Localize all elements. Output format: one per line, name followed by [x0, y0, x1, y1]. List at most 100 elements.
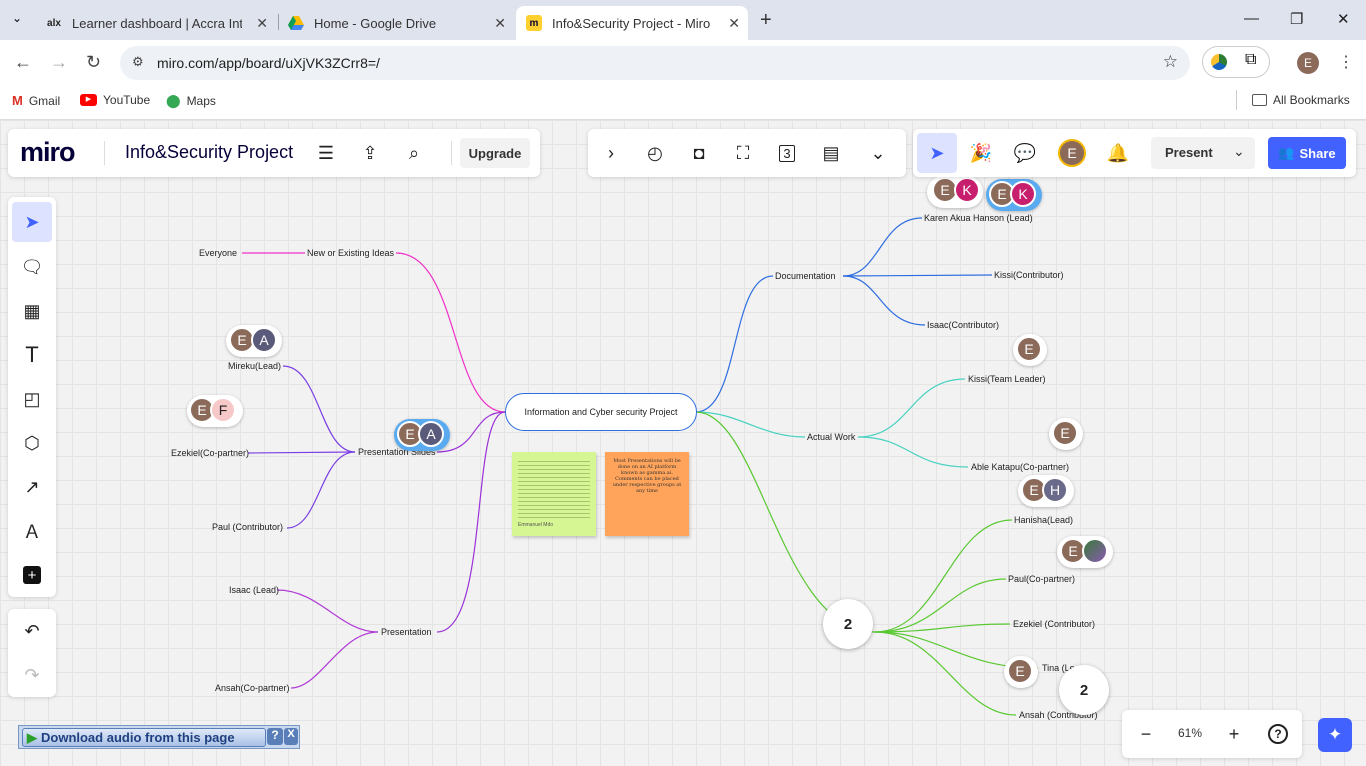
- node-actual-work[interactable]: Actual Work: [807, 432, 855, 442]
- node-isaac-lead[interactable]: Isaac (Lead): [229, 585, 279, 595]
- share-button[interactable]: 👥 Share: [1268, 137, 1346, 169]
- undo-redo-panel: ↶ ↷: [8, 609, 56, 697]
- sticky-note-orange[interactable]: Most Presentations will be done on an AI…: [605, 452, 689, 536]
- connector-actual: [695, 411, 806, 438]
- sticky-scribble-text: [518, 458, 590, 518]
- node-mireku[interactable]: Mireku(Lead): [228, 361, 281, 371]
- export-upload-icon[interactable]: ⇪: [355, 138, 385, 168]
- mindmap-connectors: [242, 217, 1039, 716]
- node-karen[interactable]: Karen Akua Hanson (Lead): [924, 213, 1033, 223]
- ai-assist-sparkle-icon[interactable]: ✦: [1318, 718, 1352, 752]
- user-avatar[interactable]: E: [1058, 139, 1086, 167]
- templates-icon[interactable]: ▦: [17, 296, 47, 326]
- menu-hamburger-icon[interactable]: ☰: [311, 138, 341, 168]
- header-divider: [104, 141, 105, 165]
- node-ezekiel-contrib[interactable]: Ezekiel (Contributor): [1013, 619, 1095, 629]
- connector-isaac: [276, 589, 379, 633]
- node-able[interactable]: Able Katapu(Co-partner): [971, 462, 1069, 472]
- countdown-icon[interactable]: 3: [772, 138, 802, 168]
- present-button-group: Present ⌄: [1151, 137, 1255, 169]
- undo-icon[interactable]: ↶: [17, 616, 47, 646]
- creation-toolbar: ➤ 🗨 ▦ T ◰ ⬡ ↗ Ａ +: [8, 197, 56, 597]
- avatar: K: [1010, 181, 1036, 207]
- sticky-note-icon[interactable]: ◰: [17, 384, 47, 414]
- avatar: H: [1042, 477, 1068, 503]
- comment-count-badge[interactable]: 2: [1059, 665, 1109, 715]
- avatar: F: [210, 397, 236, 423]
- frame-capture-icon[interactable]: ◘: [684, 138, 714, 168]
- miro-board-header: miro Info&Security Project ☰ ⇪ ⌕ Upgrade: [8, 129, 540, 177]
- download-audio-bar: ▶ Download audio from this page ? X: [18, 725, 300, 749]
- central-topic-node[interactable]: Information and Cyber security Project: [505, 393, 697, 431]
- comment-count-badge[interactable]: 2: [823, 599, 873, 649]
- upgrade-button[interactable]: Upgrade: [460, 138, 530, 168]
- download-audio-help-button[interactable]: ?: [267, 728, 283, 745]
- session-toolbar: ➤ 🎉 💬 E 🔔 Present ⌄ 👥 Share: [913, 129, 1356, 177]
- users-icon: 👥: [1278, 145, 1295, 160]
- cursor-select-icon[interactable]: ➤: [917, 133, 957, 173]
- node-ansah-cp[interactable]: Ansah(Co-partner): [215, 683, 290, 693]
- node-ideas[interactable]: New or Existing Ideas: [307, 248, 394, 258]
- board-title[interactable]: Info&Security Project: [125, 142, 293, 163]
- connector-isaac-contrib: [842, 275, 926, 326]
- node-ezekiel-cp[interactable]: Ezekiel(Co-partner): [171, 448, 249, 458]
- text-tool-icon[interactable]: T: [17, 340, 47, 370]
- node-kissi-tl[interactable]: Kissi(Team Leader): [968, 374, 1046, 384]
- avatar: A: [251, 327, 277, 353]
- double-chevron-down-icon[interactable]: ⌄: [863, 138, 893, 168]
- pen-icon[interactable]: Ａ: [17, 516, 47, 546]
- node-everyone[interactable]: Everyone: [199, 248, 237, 258]
- comment-icon[interactable]: 💬: [1010, 138, 1040, 168]
- notification-bell-icon[interactable]: 🔔: [1103, 138, 1133, 168]
- redo-icon[interactable]: ↷: [17, 660, 47, 690]
- node-paul-contrib[interactable]: Paul (Contributor): [212, 522, 283, 532]
- node-kissi-contrib[interactable]: Kissi(Contributor): [994, 270, 1064, 280]
- zoom-out-icon[interactable]: −: [1131, 719, 1161, 749]
- select-cursor-icon[interactable]: ➤: [12, 202, 52, 242]
- connector-mireku: [282, 365, 356, 453]
- timer-icon[interactable]: ◴: [640, 138, 670, 168]
- avatar: E: [1016, 336, 1042, 362]
- help-icon[interactable]: ?: [1263, 719, 1293, 749]
- node-paul-cp[interactable]: Paul(Co-partner): [1008, 574, 1075, 584]
- connector-ideas: [395, 252, 506, 413]
- connector-kissi: [842, 274, 993, 277]
- miro-logo[interactable]: miro: [20, 137, 76, 168]
- zoom-controls: − 61% + ?: [1122, 710, 1302, 758]
- node-isaac-contrib[interactable]: Isaac(Contributor): [927, 320, 999, 330]
- sticky-note-green[interactable]: Emmanuel Mdo: [512, 452, 596, 536]
- zoom-in-icon[interactable]: +: [1219, 719, 1249, 749]
- search-icon[interactable]: ⌕: [399, 138, 429, 168]
- present-button[interactable]: Present: [1165, 145, 1213, 160]
- connector-kissi-tl: [857, 378, 966, 438]
- sticky-signature: Emmanuel Mdo: [518, 522, 554, 528]
- collaboration-toolbar: › ◴ ◘ ⛶ 3 ▤ ⌄: [588, 129, 906, 177]
- avatar: A: [418, 421, 444, 447]
- chevron-right-icon[interactable]: ›: [596, 138, 626, 168]
- focus-icon[interactable]: ⛶: [728, 138, 758, 168]
- header-divider: [451, 141, 452, 165]
- node-documentation[interactable]: Documentation: [775, 271, 836, 281]
- connector-arrow-icon[interactable]: ↗: [17, 472, 47, 502]
- connector-paul: [286, 451, 356, 529]
- download-audio-button[interactable]: ▶ Download audio from this page: [22, 728, 266, 747]
- connector-ansah: [290, 631, 379, 689]
- node-presentation[interactable]: Presentation: [381, 627, 432, 637]
- download-audio-close-button[interactable]: X: [284, 728, 298, 745]
- avatar: E: [1052, 420, 1078, 446]
- avatar: K: [954, 177, 980, 203]
- connector-karen: [842, 217, 923, 277]
- connector-documentation: [695, 275, 774, 413]
- present-dropdown-chevron-icon[interactable]: ⌄: [1233, 143, 1245, 160]
- avatar-photo: [1082, 538, 1108, 564]
- comment-tool-icon[interactable]: 🗨: [17, 252, 47, 282]
- shapes-icon[interactable]: ⬡: [17, 428, 47, 458]
- connector-ezekiel: [247, 451, 356, 454]
- connector-ansah-contrib: [874, 631, 1017, 716]
- notes-icon[interactable]: ▤: [816, 138, 846, 168]
- reactions-party-icon[interactable]: 🎉: [966, 138, 996, 168]
- more-tools-plus-icon[interactable]: +: [17, 560, 47, 590]
- zoom-level[interactable]: 61%: [1178, 726, 1202, 740]
- node-hanisha[interactable]: Hanisha(Lead): [1014, 515, 1073, 525]
- connector-able: [857, 436, 969, 468]
